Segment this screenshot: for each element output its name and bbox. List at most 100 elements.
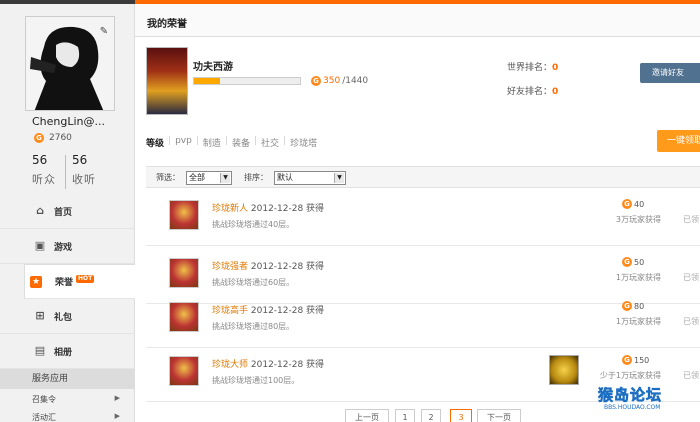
- achievement-date: 2012-12-28 获得: [250, 360, 325, 370]
- pager-page-1[interactable]: 1: [395, 409, 415, 422]
- tab-social[interactable]: 社交: [261, 136, 279, 149]
- main-header: 我的荣誉: [135, 4, 700, 37]
- game-cover-image[interactable]: [146, 47, 188, 115]
- listeners-count: 56: [32, 153, 48, 167]
- points-value: 50: [634, 257, 645, 267]
- listeners-stat[interactable]: 56 听众: [32, 153, 66, 187]
- achievement-date: 2012-12-28 获得: [250, 306, 325, 316]
- filter-label: 筛选：: [156, 173, 180, 182]
- sidebar-item-label: 相册: [54, 347, 73, 358]
- pager-prev-button[interactable]: 上一页: [345, 409, 389, 422]
- tab-separator: |: [253, 136, 257, 146]
- progress-current: 350: [323, 76, 341, 86]
- achievement-status: 已领: [683, 215, 699, 224]
- tab-level[interactable]: 等级: [146, 136, 164, 149]
- achievement-row[interactable]: 珍珑高手 2012-12-28 获得 挑战珍珑塔通过80层。 G 80 1万玩家获…: [146, 292, 700, 348]
- coin-icon: G: [622, 199, 632, 209]
- invite-friends-button[interactable]: 邀请好友: [640, 63, 700, 83]
- game-name[interactable]: 功夫西游: [193, 58, 233, 73]
- tab-separator: |: [195, 136, 199, 146]
- coin-icon: G: [622, 301, 632, 311]
- filter-select-value: 全部: [189, 173, 205, 182]
- achievement-desc: 挑战珍珑塔通过80层。: [212, 322, 295, 331]
- home-icon: ⌂: [36, 204, 44, 217]
- honor-progress-bar: [193, 77, 301, 85]
- listening-count: 56: [72, 153, 88, 167]
- achievement-points: G 50: [622, 257, 644, 267]
- points-value: 80: [634, 301, 645, 311]
- achievement-badge: [169, 302, 199, 332]
- sidebar-item-games[interactable]: ▣ 游戏: [0, 229, 135, 264]
- tab-tower[interactable]: 珍珑塔: [290, 136, 317, 149]
- coin-icon: G: [311, 76, 321, 86]
- sidebar-item-album[interactable]: ▤ 相册: [0, 334, 135, 369]
- tab-separator: |: [224, 136, 228, 146]
- watermark-main: 猴岛论坛: [598, 386, 663, 405]
- tab-separator: |: [168, 136, 172, 146]
- achievement-title: 珍珑高手 2012-12-28 获得: [212, 303, 324, 316]
- main-content: 我的荣誉 功夫西游 G 350/1440 世界排名：0 好友排名：0 邀请好友 …: [135, 4, 700, 422]
- stats-divider: [65, 155, 66, 189]
- listening-label: 收听: [72, 173, 96, 186]
- tab-separator: |: [283, 136, 287, 146]
- sort-select[interactable]: 默认 ▼: [274, 171, 346, 185]
- achievement-players: 1万玩家获得: [615, 317, 661, 326]
- sidebar: ✎ ChengLin@... G 2760 56 听众 56 收听 ⌂ 首页 ▣…: [0, 4, 136, 422]
- world-rank-value: 0: [552, 63, 559, 73]
- achievement-status: 已领: [683, 273, 699, 282]
- photo-icon: ▤: [34, 344, 46, 357]
- star-icon: ★: [30, 276, 42, 288]
- chevron-right-icon: ▶: [114, 412, 120, 420]
- achievement-points: G 40: [622, 199, 644, 209]
- coin-balance: G 2760: [34, 133, 72, 143]
- pager-next-button[interactable]: 下一页: [477, 409, 521, 422]
- achievement-name[interactable]: 珍珑强者: [212, 262, 248, 272]
- achievement-badge: [169, 200, 199, 230]
- pager-page-3[interactable]: 3: [450, 409, 472, 422]
- pager-page-2[interactable]: 2: [421, 409, 441, 422]
- watermark-logo: 猴岛论坛 BBS.HOUDAO.COM: [598, 384, 698, 420]
- achievement-players: 3万玩家获得: [615, 215, 661, 224]
- sidebar-item-honors[interactable]: ★ 荣誉 HOT: [24, 264, 136, 299]
- edit-pencil-icon[interactable]: ✎: [98, 26, 110, 38]
- sidebar-nav: ⌂ 首页 ▣ 游戏 ★ 荣誉 HOT ⊞ 礼包 ▤ 相册: [0, 194, 136, 369]
- gift-icon: ⊞: [35, 309, 45, 322]
- service-item-events[interactable]: 活动汇 ▶: [32, 412, 122, 422]
- achievement-players: 1万玩家获得: [615, 273, 661, 282]
- coin-value: 2760: [49, 133, 72, 143]
- tab-pvp[interactable]: pvp: [175, 136, 192, 149]
- progress-fill: [194, 78, 220, 84]
- services-heading: 服务应用: [0, 369, 135, 389]
- username[interactable]: ChengLin@...: [32, 115, 105, 128]
- tab-equipment[interactable]: 装备: [232, 136, 250, 149]
- service-item-label: 召集令: [32, 395, 56, 404]
- achievement-name[interactable]: 珍珑新人: [212, 204, 248, 214]
- filter-select[interactable]: 全部 ▼: [186, 171, 232, 185]
- world-rank-label: 世界排名：: [507, 63, 553, 73]
- achievement-title: 珍珑强者 2012-12-28 获得: [212, 259, 324, 272]
- honor-tabs: 等级 | pvp | 制造 | 装备 | 社交 | 珍珑塔: [146, 136, 317, 149]
- sidebar-item-gifts[interactable]: ⊞ 礼包: [0, 299, 135, 334]
- achievement-title: 珍珑新人 2012-12-28 获得: [212, 201, 324, 214]
- claim-all-button[interactable]: 一键领取: [657, 130, 700, 152]
- chevron-down-icon: ▼: [334, 173, 344, 183]
- service-item-rally[interactable]: 召集令 ▶: [32, 394, 122, 405]
- achievement-desc: 挑战珍珑塔通过100层。: [212, 376, 300, 385]
- follow-stats: 56 听众 56 收听: [32, 153, 112, 191]
- friend-rank-value: 0: [552, 87, 559, 97]
- achievement-desc: 挑战珍珑塔通过60层。: [212, 278, 295, 287]
- achievement-name[interactable]: 珍珑大师: [212, 360, 248, 370]
- coin-icon: G: [34, 133, 44, 143]
- tab-craft[interactable]: 制造: [203, 136, 221, 149]
- achievement-title: 珍珑大师 2012-12-28 获得: [212, 357, 324, 370]
- sidebar-item-home[interactable]: ⌂ 首页: [0, 194, 135, 229]
- progress-text: G 350/1440: [311, 76, 368, 86]
- sort-select-value: 默认: [277, 173, 293, 182]
- chevron-right-icon: ▶: [114, 394, 120, 402]
- achievement-status: 已领: [683, 317, 699, 326]
- achievement-name[interactable]: 珍珑高手: [212, 306, 248, 316]
- points-value: 150: [634, 355, 650, 365]
- listening-stat[interactable]: 56 收听: [72, 153, 106, 187]
- achievement-row[interactable]: 珍珑新人 2012-12-28 获得 挑战珍珑塔通过40层。 G 40 3万玩家获…: [146, 190, 700, 246]
- listeners-label: 听众: [32, 173, 56, 186]
